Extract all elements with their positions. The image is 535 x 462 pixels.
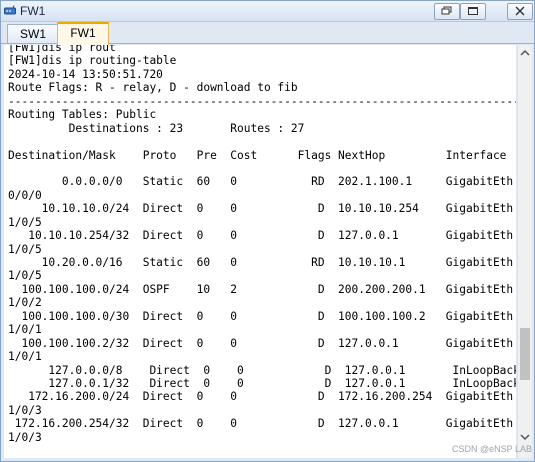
- terminal-console[interactable]: [FW1]dis ip rout [FW1]dis ip routing-tabl…: [4, 45, 516, 458]
- terminal-line: 1/0/5: [8, 215, 42, 229]
- terminal-line: 2024-10-14 13:50:51.720: [8, 67, 163, 81]
- terminal-line: 100.100.100.0/30 Direct 0 0 D 100.100.10…: [8, 309, 514, 323]
- terminal-line: 172.16.200.254/32 Direct 0 0 D 127.0.0.1…: [8, 417, 514, 431]
- terminal-line: 100.100.100.0/24 OSPF 10 2 D 200.200.200…: [8, 282, 514, 296]
- terminal-line: 10.10.10.254/32 Direct 0 0 D 127.0.0.1 G…: [8, 229, 514, 243]
- tab-fw1[interactable]: FW1: [57, 22, 109, 45]
- arrow-up-icon[interactable]: [518, 46, 532, 60]
- terminal-output: [FW1]dis ip rout [FW1]dis ip routing-tabl…: [8, 45, 516, 444]
- terminal-line: 10.20.0.0/16 Static 60 0 RD 10.10.10.1 G…: [8, 256, 514, 269]
- terminal-line: 0/0/0: [8, 188, 42, 202]
- restore-button[interactable]: [434, 3, 460, 20]
- terminal-line: [FW1]dis ip rout: [8, 45, 116, 54]
- terminal-line: ----------------------------------------…: [8, 94, 516, 108]
- terminal-line: 1/0/3: [8, 403, 42, 417]
- terminal-line: [FW1]dis ip routing-table: [8, 54, 177, 68]
- restore-icon: [441, 6, 452, 15]
- terminal-line: 172.16.200.0/24 Direct 0 0 D 172.16.200.…: [8, 390, 514, 404]
- watermark: CSDN @eNSP LAB: [452, 444, 532, 454]
- window-title: FW1: [20, 4, 46, 18]
- close-button[interactable]: [507, 3, 533, 20]
- vertical-scrollbar[interactable]: [517, 45, 532, 458]
- terminal-line: 100.100.100.2/32 Direct 0 0 D 127.0.0.1 …: [8, 336, 514, 350]
- arrow-down-icon[interactable]: [518, 430, 532, 444]
- maximize-button[interactable]: [460, 3, 486, 20]
- terminal-line: Route Flags: R - relay, D - download to …: [8, 81, 298, 95]
- terminal-line: 127.0.0.0/8 Direct 0 0 D 127.0.0.1 InLoo…: [8, 363, 516, 377]
- close-icon: [515, 6, 525, 16]
- title-bar[interactable]: FW1: [1, 1, 534, 22]
- terminal-line: 10.10.10.0/24 Direct 0 0 D 10.10.10.254 …: [8, 202, 514, 216]
- tab-bar: SW1 FW1: [1, 22, 534, 45]
- terminal-line: 1/0/2: [8, 296, 42, 310]
- terminal-line: 0.0.0.0/0 Static 60 0 RD 202.1.100.1 Gig…: [8, 175, 514, 189]
- router-icon: [4, 5, 16, 15]
- terminal-line: 1/0/3: [8, 430, 42, 444]
- tab-sw1[interactable]: SW1: [7, 24, 59, 43]
- terminal-line: Destinations : 23 Routes : 27: [8, 121, 305, 135]
- maximize-icon: [468, 7, 478, 15]
- terminal-line: 1/0/1: [8, 350, 42, 364]
- terminal-line: Destination/Mask Proto Pre Cost Flags Ne…: [8, 148, 507, 162]
- terminal-line: 1/0/5: [8, 269, 42, 283]
- app-window: FW1 SW1 FW1 [FW1]dis ip rout [FW1]dis ip …: [0, 0, 535, 462]
- terminal-line: 1/0/1: [8, 323, 42, 337]
- terminal-line: Routing Tables: Public: [8, 108, 157, 122]
- terminal-line: 127.0.0.1/32 Direct 0 0 D 127.0.0.1 InLo…: [8, 376, 516, 390]
- terminal-line: 1/0/5: [8, 242, 42, 256]
- scrollbar-thumb[interactable]: [520, 328, 530, 380]
